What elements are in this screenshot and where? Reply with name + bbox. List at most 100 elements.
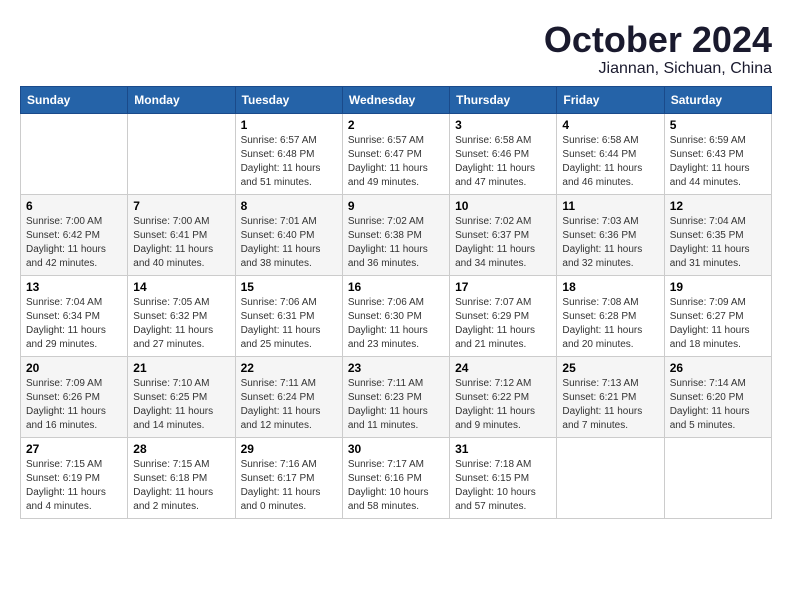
day-info: Sunrise: 7:01 AMSunset: 6:40 PMDaylight:… — [241, 215, 337, 271]
day-info: Sunrise: 7:00 AMSunset: 6:42 PMDaylight:… — [26, 215, 122, 271]
day-info: Sunrise: 7:09 AMSunset: 6:27 PMDaylight:… — [670, 296, 766, 352]
day-number: 26 — [670, 361, 766, 375]
day-info: Sunrise: 6:59 AMSunset: 6:43 PMDaylight:… — [670, 134, 766, 190]
day-info: Sunrise: 7:04 AMSunset: 6:34 PMDaylight:… — [26, 296, 122, 352]
calendar-cell — [557, 437, 664, 518]
day-number: 3 — [455, 118, 551, 132]
calendar-cell: 21Sunrise: 7:10 AMSunset: 6:25 PMDayligh… — [128, 356, 235, 437]
calendar-cell: 13 Sunrise: 7:04 AMSunset: 6:34 PMDayligh… — [21, 275, 128, 356]
month-title: October 2024 — [544, 20, 772, 60]
calendar-cell: 7 Sunrise: 7:00 AMSunset: 6:41 PMDaylight… — [128, 194, 235, 275]
calendar-cell: 10 Sunrise: 7:02 AMSunset: 6:37 PMDayligh… — [450, 194, 557, 275]
day-number: 25 — [562, 361, 658, 375]
weekday-header-monday: Monday — [128, 86, 235, 113]
calendar-cell: 30 Sunrise: 7:17 AMSunset: 6:16 PMDayligh… — [342, 437, 449, 518]
day-number: 9 — [348, 199, 444, 213]
day-info: Sunrise: 7:15 AMSunset: 6:18 PMDaylight:… — [133, 458, 229, 514]
day-info: Sunrise: 7:03 AMSunset: 6:36 PMDaylight:… — [562, 215, 658, 271]
day-number: 7 — [133, 199, 229, 213]
calendar-cell: 17 Sunrise: 7:07 AMSunset: 6:29 PMDayligh… — [450, 275, 557, 356]
day-number: 21 — [133, 361, 229, 375]
day-number: 10 — [455, 199, 551, 213]
day-info: Sunrise: 7:02 AMSunset: 6:37 PMDaylight:… — [455, 215, 551, 271]
calendar-cell: 25 Sunrise: 7:13 AMSunset: 6:21 PMDayligh… — [557, 356, 664, 437]
day-info: Sunrise: 6:57 AMSunset: 6:47 PMDaylight:… — [348, 134, 444, 190]
day-info: Sunrise: 7:11 AMSunset: 6:24 PMDaylight:… — [241, 377, 337, 433]
calendar-cell: 8 Sunrise: 7:01 AMSunset: 6:40 PMDaylight… — [235, 194, 342, 275]
day-info: Sunrise: 7:09 AMSunset: 6:26 PMDaylight:… — [26, 377, 122, 433]
day-number: 19 — [670, 280, 766, 294]
day-info: Sunrise: 7:00 AMSunset: 6:41 PMDaylight:… — [133, 215, 229, 271]
calendar-cell: 14 Sunrise: 7:05 AMSunset: 6:32 PMDayligh… — [128, 275, 235, 356]
day-number: 18 — [562, 280, 658, 294]
weekday-header-saturday: Saturday — [664, 86, 771, 113]
day-info: Sunrise: 7:15 AMSunset: 6:19 PMDaylight:… — [26, 458, 122, 514]
day-info: Sunrise: 7:05 AMSunset: 6:32 PMDaylight:… — [133, 296, 229, 352]
day-number: 8 — [241, 199, 337, 213]
calendar-cell: 3 Sunrise: 6:58 AMSunset: 6:46 PMDaylight… — [450, 113, 557, 194]
day-number: 12 — [670, 199, 766, 213]
day-number: 29 — [241, 442, 337, 456]
calendar-cell: 28 Sunrise: 7:15 AMSunset: 6:18 PMDayligh… — [128, 437, 235, 518]
day-number: 5 — [670, 118, 766, 132]
weekday-header-wednesday: Wednesday — [342, 86, 449, 113]
calendar-week-row: 20Sunrise: 7:09 AMSunset: 6:26 PMDayligh… — [21, 356, 772, 437]
calendar-cell: 5 Sunrise: 6:59 AMSunset: 6:43 PMDaylight… — [664, 113, 771, 194]
calendar-cell: 16 Sunrise: 7:06 AMSunset: 6:30 PMDayligh… — [342, 275, 449, 356]
day-info: Sunrise: 7:16 AMSunset: 6:17 PMDaylight:… — [241, 458, 337, 514]
day-number: 1 — [241, 118, 337, 132]
calendar-week-row: 1 Sunrise: 6:57 AMSunset: 6:48 PMDaylight… — [21, 113, 772, 194]
calendar-cell — [128, 113, 235, 194]
day-info: Sunrise: 6:58 AMSunset: 6:46 PMDaylight:… — [455, 134, 551, 190]
calendar-cell: 22Sunrise: 7:11 AMSunset: 6:24 PMDayligh… — [235, 356, 342, 437]
day-info: Sunrise: 7:06 AMSunset: 6:31 PMDaylight:… — [241, 296, 337, 352]
day-info: Sunrise: 7:14 AMSunset: 6:20 PMDaylight:… — [670, 377, 766, 433]
calendar-week-row: 27 Sunrise: 7:15 AMSunset: 6:19 PMDayligh… — [21, 437, 772, 518]
day-number: 6 — [26, 199, 122, 213]
day-info: Sunrise: 7:11 AMSunset: 6:23 PMDaylight:… — [348, 377, 444, 433]
calendar-cell: 20Sunrise: 7:09 AMSunset: 6:26 PMDayligh… — [21, 356, 128, 437]
weekday-header-friday: Friday — [557, 86, 664, 113]
calendar-cell: 24Sunrise: 7:12 AMSunset: 6:22 PMDayligh… — [450, 356, 557, 437]
location-title: Jiannan, Sichuan, China — [544, 60, 772, 78]
calendar-cell: 18 Sunrise: 7:08 AMSunset: 6:28 PMDayligh… — [557, 275, 664, 356]
day-info: Sunrise: 6:57 AMSunset: 6:48 PMDaylight:… — [241, 134, 337, 190]
calendar-cell: 29 Sunrise: 7:16 AMSunset: 6:17 PMDayligh… — [235, 437, 342, 518]
calendar-cell: 6 Sunrise: 7:00 AMSunset: 6:42 PMDaylight… — [21, 194, 128, 275]
day-info: Sunrise: 7:18 AMSunset: 6:15 PMDaylight:… — [455, 458, 551, 514]
day-info: Sunrise: 6:58 AMSunset: 6:44 PMDaylight:… — [562, 134, 658, 190]
calendar-cell: 1 Sunrise: 6:57 AMSunset: 6:48 PMDaylight… — [235, 113, 342, 194]
calendar-cell: 12 Sunrise: 7:04 AMSunset: 6:35 PMDayligh… — [664, 194, 771, 275]
day-info: Sunrise: 7:07 AMSunset: 6:29 PMDaylight:… — [455, 296, 551, 352]
day-info: Sunrise: 7:06 AMSunset: 6:30 PMDaylight:… — [348, 296, 444, 352]
weekday-header-row: SundayMondayTuesdayWednesdayThursdayFrid… — [21, 86, 772, 113]
calendar-cell: 23Sunrise: 7:11 AMSunset: 6:23 PMDayligh… — [342, 356, 449, 437]
day-number: 17 — [455, 280, 551, 294]
day-number: 30 — [348, 442, 444, 456]
day-info: Sunrise: 7:02 AMSunset: 6:38 PMDaylight:… — [348, 215, 444, 271]
weekday-header-thursday: Thursday — [450, 86, 557, 113]
day-number: 27 — [26, 442, 122, 456]
day-number: 4 — [562, 118, 658, 132]
page-header: GeneralBlue October 2024 Jiannan, Sichua… — [20, 20, 772, 78]
day-number: 28 — [133, 442, 229, 456]
calendar-cell — [21, 113, 128, 194]
day-number: 16 — [348, 280, 444, 294]
calendar-table: SundayMondayTuesdayWednesdayThursdayFrid… — [20, 86, 772, 519]
day-number: 13 — [26, 280, 122, 294]
calendar-cell: 26 Sunrise: 7:14 AMSunset: 6:20 PMDayligh… — [664, 356, 771, 437]
day-info: Sunrise: 7:08 AMSunset: 6:28 PMDaylight:… — [562, 296, 658, 352]
day-info: Sunrise: 7:17 AMSunset: 6:16 PMDaylight:… — [348, 458, 444, 514]
calendar-cell: 2Sunrise: 6:57 AMSunset: 6:47 PMDaylight… — [342, 113, 449, 194]
calendar-cell: 27 Sunrise: 7:15 AMSunset: 6:19 PMDayligh… — [21, 437, 128, 518]
calendar-week-row: 6 Sunrise: 7:00 AMSunset: 6:42 PMDaylight… — [21, 194, 772, 275]
day-number: 15 — [241, 280, 337, 294]
day-info: Sunrise: 7:13 AMSunset: 6:21 PMDaylight:… — [562, 377, 658, 433]
calendar-week-row: 13 Sunrise: 7:04 AMSunset: 6:34 PMDayligh… — [21, 275, 772, 356]
calendar-cell: 11Sunrise: 7:03 AMSunset: 6:36 PMDayligh… — [557, 194, 664, 275]
title-block: October 2024 Jiannan, Sichuan, China — [544, 20, 772, 78]
calendar-cell: 4 Sunrise: 6:58 AMSunset: 6:44 PMDaylight… — [557, 113, 664, 194]
calendar-cell — [664, 437, 771, 518]
day-info: Sunrise: 7:04 AMSunset: 6:35 PMDaylight:… — [670, 215, 766, 271]
day-number: 14 — [133, 280, 229, 294]
